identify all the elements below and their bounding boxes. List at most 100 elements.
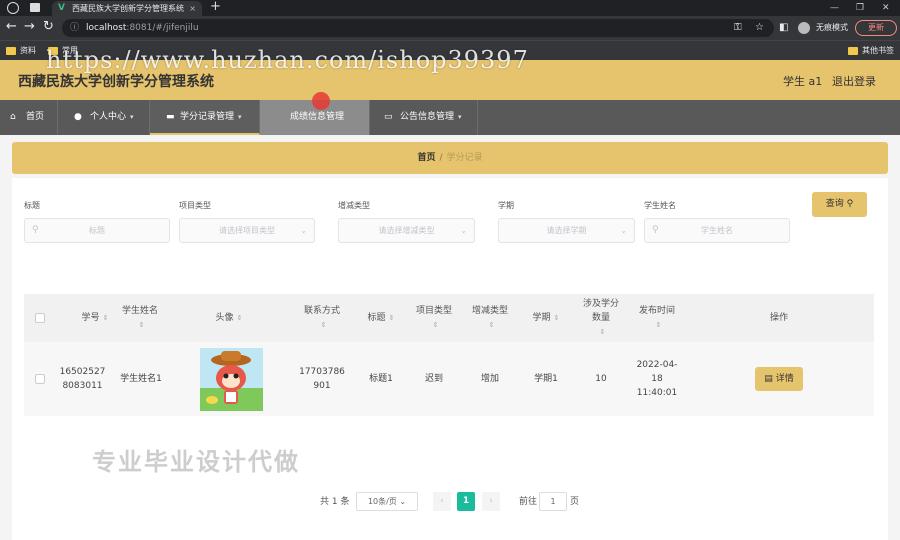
logout-link[interactable]: 退出登录 bbox=[832, 73, 876, 89]
detail-label: 详情 bbox=[775, 374, 794, 384]
incognito-indicator[interactable]: 无痕模式 bbox=[798, 20, 848, 36]
select-all-checkbox[interactable] bbox=[35, 313, 45, 323]
menu-item-home[interactable]: ⌂ 首页 bbox=[0, 100, 58, 135]
row-checkbox[interactable] bbox=[35, 374, 45, 384]
restore-icon[interactable]: ❐ bbox=[856, 0, 864, 16]
change-type-select[interactable]: 请选择增减类型 ⌄ bbox=[338, 218, 475, 243]
search-icon: ⚲ bbox=[846, 199, 854, 209]
header-label: 增减类型 bbox=[471, 306, 508, 316]
records-table: 学号 ⇕ 学生姓名 ⇕ 头像 ⇕ 联系方式 ⇕ 标题 ⇕ 项目类型 ⇕ 增减类型 ⇕ 学期 ⇕ … bbox=[24, 294, 874, 424]
detail-button[interactable]: ▤ 详情 bbox=[755, 367, 803, 391]
current-page-button[interactable]: 1 bbox=[457, 492, 475, 511]
star-icon[interactable]: ☆ bbox=[755, 19, 764, 37]
tab-close-icon[interactable]: × bbox=[189, 1, 196, 16]
chevron-down-icon: ⌄ bbox=[399, 497, 407, 506]
header-label: 发布时间 bbox=[638, 306, 675, 316]
cell-project-type: 迟到 bbox=[424, 374, 443, 384]
menu-label: 学分记录管理 bbox=[180, 112, 235, 122]
menu-label: 首页 bbox=[26, 112, 45, 122]
cell-credits: 10 bbox=[595, 374, 607, 384]
minimize-icon[interactable]: — bbox=[830, 0, 839, 16]
col-term[interactable]: 学期 ⇕ bbox=[521, 294, 571, 342]
breadcrumb-separator: / bbox=[439, 153, 443, 163]
menu-item-profile[interactable]: ● 个人中心 ▾ bbox=[58, 100, 150, 135]
project-type-select[interactable]: 请选择项目类型 ⌄ bbox=[179, 218, 315, 243]
title-filter-input[interactable]: ⚲ 标题 bbox=[24, 218, 170, 243]
address-bar: ← → ↻ ⓘ localhost:8081/#/jifenjilu ⚿ ☆ ◧… bbox=[0, 16, 900, 40]
chevron-down-icon: ⌄ bbox=[460, 226, 467, 235]
term-select[interactable]: 请选择学期 ⌄ bbox=[498, 218, 635, 243]
key-icon[interactable]: ⚿ bbox=[734, 19, 742, 37]
tab-list-icon[interactable] bbox=[30, 3, 40, 12]
goto-page-input[interactable]: 1 bbox=[539, 492, 567, 511]
browser-tabbar: V 西藏民族大学创新学分管理系统 × + — ❐ ✕ bbox=[0, 0, 900, 16]
current-user: 学生 a1 bbox=[783, 75, 823, 88]
sidebar-icon[interactable]: ◧ bbox=[779, 19, 788, 37]
student-avatar-image[interactable] bbox=[200, 348, 263, 411]
student-name-input[interactable]: ⚲ 学生姓名 bbox=[644, 218, 790, 243]
update-button[interactable]: 更新 bbox=[855, 20, 897, 36]
sort-icon: ⇕ bbox=[138, 321, 145, 329]
col-student-name[interactable]: 学生姓名 ⇕ bbox=[115, 294, 165, 342]
col-title[interactable]: 标题 ⇕ bbox=[355, 294, 407, 342]
reload-icon[interactable]: ↻ bbox=[43, 19, 54, 34]
header-label: 联系方式 bbox=[303, 306, 340, 316]
col-project-type[interactable]: 项目类型 ⇕ bbox=[410, 294, 458, 342]
query-button[interactable]: 查询 ⚲ bbox=[812, 192, 867, 217]
next-page-button[interactable]: › bbox=[482, 492, 500, 511]
browser-logo-icon bbox=[7, 2, 19, 14]
table-row[interactable]: 16502527 8083011 学生姓名1 17703786 901 标题1 … bbox=[24, 342, 874, 416]
student-name-label: 学生姓名 bbox=[644, 201, 676, 210]
cell-change-type: 增加 bbox=[480, 374, 499, 384]
other-bookmarks[interactable]: 其他书签 bbox=[848, 43, 894, 59]
user-icon: ● bbox=[74, 112, 82, 122]
col-change-type[interactable]: 增减类型 ⇕ bbox=[466, 294, 514, 342]
pagination-total: 共 1 条 bbox=[320, 497, 350, 507]
site-info-icon[interactable]: ⓘ bbox=[70, 19, 79, 37]
menu-label: 成绩信息管理 bbox=[290, 112, 345, 122]
folder-icon bbox=[848, 47, 858, 55]
bookmark-folder[interactable]: 资料 bbox=[6, 43, 36, 59]
goto-label: 前往 bbox=[519, 497, 538, 507]
app: 西藏民族大学创新学分管理系统 学生 a1 退出登录 ⌂ 首页 ● 个人中心 ▾ ▬ 学分… bbox=[0, 60, 900, 540]
sort-icon: ⇕ bbox=[102, 314, 109, 322]
sort-icon: ⇕ bbox=[599, 328, 606, 336]
col-avatar[interactable]: 头像 ⇕ bbox=[194, 294, 264, 342]
cell-student-no: 16502527 8083011 bbox=[59, 367, 106, 391]
folder-icon bbox=[6, 47, 16, 55]
sort-icon: ⇕ bbox=[320, 321, 327, 329]
sort-icon: ⇕ bbox=[236, 314, 243, 322]
browser-tab[interactable]: V 西藏民族大学创新学分管理系统 × bbox=[52, 1, 202, 16]
placeholder: 请选择学期 bbox=[546, 226, 587, 235]
back-icon[interactable]: ← bbox=[6, 19, 17, 34]
header-label: 涉及学分数量 bbox=[582, 299, 619, 323]
search-icon: ⚲ bbox=[32, 225, 39, 235]
col-contact[interactable]: 联系方式 ⇕ bbox=[296, 294, 348, 342]
page-size-select[interactable]: 10条/页 ⌄ bbox=[356, 492, 418, 511]
col-publish-time[interactable]: 发布时间 ⇕ bbox=[634, 294, 680, 342]
breadcrumb-home[interactable]: 首页 bbox=[417, 153, 435, 163]
chevron-down-icon: ⌄ bbox=[300, 226, 307, 235]
incognito-icon bbox=[798, 22, 810, 34]
sort-icon: ⇕ bbox=[432, 321, 439, 329]
menu-item-announcements[interactable]: ▭ 公告信息管理 ▾ bbox=[370, 100, 478, 135]
menu-item-credit-records[interactable]: ▬ 学分记录管理 ▾ bbox=[150, 100, 260, 135]
url-host: localhost bbox=[86, 23, 127, 33]
forward-icon[interactable]: → bbox=[24, 19, 35, 34]
breadcrumb: 首页 / 学分记录 bbox=[12, 142, 888, 174]
bookmark-label: 其他书签 bbox=[862, 46, 894, 55]
sort-icon: ⇕ bbox=[553, 314, 560, 322]
message-icon: ▭ bbox=[384, 112, 393, 122]
prev-page-button[interactable]: ‹ bbox=[433, 492, 451, 511]
header-label: 学生姓名 bbox=[121, 306, 158, 316]
url-field[interactable]: ⓘ localhost:8081/#/jifenjilu bbox=[62, 19, 774, 37]
col-credits[interactable]: 涉及学分数量 ⇕ bbox=[579, 294, 623, 342]
cell-title: 标题1 bbox=[369, 374, 393, 384]
col-actions: 操作 bbox=[769, 313, 788, 323]
folder-icon: ▬ bbox=[166, 112, 175, 122]
new-tab-icon[interactable]: + bbox=[210, 0, 221, 14]
placeholder: 学生姓名 bbox=[701, 226, 733, 235]
term-label: 学期 bbox=[498, 201, 514, 210]
close-window-icon[interactable]: ✕ bbox=[882, 0, 890, 16]
document-icon: ▤ bbox=[764, 374, 773, 384]
